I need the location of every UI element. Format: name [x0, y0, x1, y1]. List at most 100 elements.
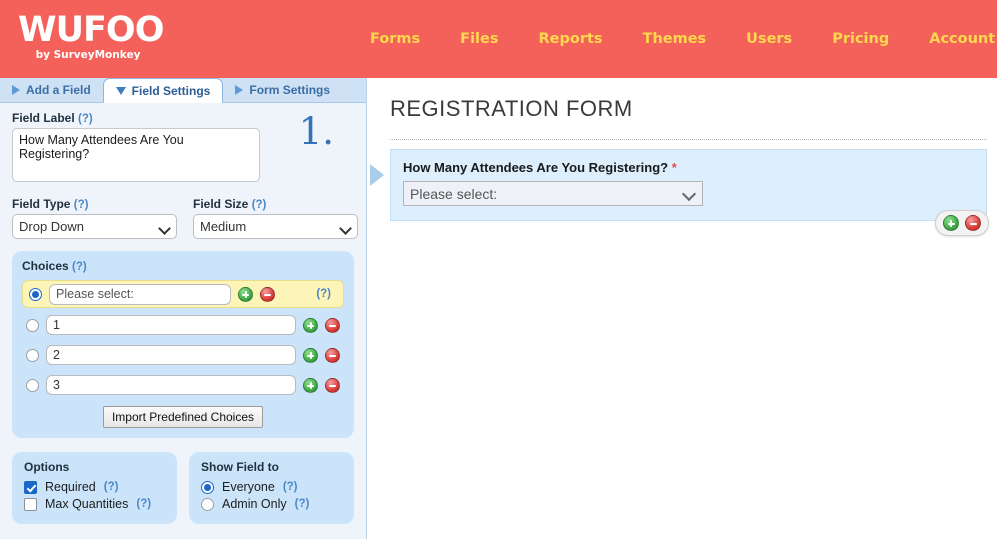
field-size-caption: Field Size (?) — [193, 197, 358, 211]
field-label-help-icon[interactable]: (?) — [78, 113, 93, 125]
nav-item-users[interactable]: Users — [726, 25, 812, 53]
panel-tabbar: Add a Field Field Settings Form Settings — [0, 78, 366, 103]
main-navigation: Forms Files Reports Themes Users Pricing… — [350, 0, 997, 78]
show-field-admin-only[interactable]: Admin Only (?) — [201, 497, 342, 511]
choice-row — [22, 342, 344, 368]
nav-item-pricing[interactable]: Pricing — [812, 25, 909, 53]
admin-only-help-icon[interactable]: (?) — [295, 498, 310, 510]
minus-circle-icon[interactable] — [965, 215, 981, 231]
plus-circle-icon[interactable] — [303, 347, 318, 363]
title-divider — [390, 139, 987, 140]
plus-circle-icon[interactable] — [303, 317, 318, 333]
import-predefined-choices-button[interactable]: Import Predefined Choices — [102, 406, 264, 428]
minus-circle-icon[interactable] — [325, 377, 340, 393]
max-quantities-label: Max Quantities — [45, 497, 129, 511]
nav-label-reports: Reports — [538, 31, 603, 47]
required-checkbox[interactable] — [24, 480, 37, 494]
triangle-right-icon — [12, 84, 20, 95]
option-required[interactable]: Required (?) — [24, 480, 165, 494]
admin-only-radio[interactable] — [201, 497, 214, 511]
wufoo-logo[interactable]: WUFOO by SurveyMonkey — [18, 10, 164, 68]
max-quantities-checkbox[interactable] — [24, 497, 37, 511]
triangle-right-icon — [235, 84, 244, 95]
form-preview-panel: REGISTRATION FORM How Many Attendees Are… — [368, 78, 997, 539]
field-type-group: Field Type (?) Drop Down — [12, 197, 177, 239]
app-header: WUFOO by SurveyMonkey Forms Files Report… — [0, 0, 997, 78]
preview-attendees-select[interactable]: Please select: — [403, 181, 703, 206]
show-field-everyone[interactable]: Everyone (?) — [201, 480, 342, 494]
field-settings-form: Field Label (?) 1. Field Type (?) Drop D… — [0, 103, 366, 524]
nav-item-account[interactable]: Account — [909, 25, 997, 53]
option-max-quantities[interactable]: Max Quantities (?) — [24, 497, 165, 511]
preview-field-wrap: How Many Attendees Are You Registering? … — [370, 149, 989, 236]
admin-only-label: Admin Only — [222, 497, 287, 511]
nav-item-themes[interactable]: Themes — [623, 25, 727, 53]
plus-circle-icon[interactable] — [303, 377, 318, 393]
triangle-down-icon — [115, 86, 126, 95]
page-title: REGISTRATION FORM — [390, 96, 633, 121]
type-size-row: Field Type (?) Drop Down Field Size (?) — [12, 197, 358, 239]
field-label-input[interactable] — [12, 128, 260, 182]
plus-circle-icon[interactable] — [943, 215, 959, 231]
nav-item-forms[interactable]: Forms — [350, 25, 440, 53]
choice-default-radio-1[interactable] — [26, 318, 39, 332]
nav-label-files: Files — [460, 31, 499, 47]
nav-item-reports[interactable]: Reports — [518, 25, 622, 53]
field-type-select[interactable]: Drop Down — [12, 214, 177, 239]
field-type-text: Field Type — [12, 197, 71, 211]
choice-row-help-icon[interactable]: (?) — [316, 288, 337, 300]
everyone-radio[interactable] — [201, 480, 214, 494]
tab-add-a-field[interactable]: Add a Field — [0, 78, 103, 102]
choices-panel: Choices (?) (?) — [12, 251, 354, 438]
minus-circle-icon[interactable] — [325, 317, 340, 333]
options-title: Options — [24, 460, 70, 474]
choice-input-2[interactable] — [46, 345, 296, 365]
bottom-option-panels: Options Required (?) Max Quantities (?) … — [12, 452, 354, 524]
field-size-group: Field Size (?) Medium — [193, 197, 358, 239]
nav-item-files[interactable]: Files — [440, 25, 518, 53]
field-number: 1. — [298, 110, 334, 153]
choice-default-radio-0[interactable] — [29, 287, 42, 301]
plus-circle-icon[interactable] — [238, 286, 253, 302]
field-size-text: Field Size — [193, 197, 249, 211]
choice-row — [22, 372, 344, 398]
choice-default-radio-3[interactable] — [26, 378, 39, 392]
field-size-select[interactable]: Medium — [193, 214, 358, 239]
field-type-caption: Field Type (?) — [12, 197, 177, 211]
selected-field-pointer-icon — [370, 164, 384, 186]
field-size-select-wrap: Medium — [193, 214, 358, 239]
minus-circle-icon[interactable] — [325, 347, 340, 363]
choice-default-radio-2[interactable] — [26, 348, 39, 362]
show-field-to-panel: Show Field to Everyone (?) Admin Only (?… — [189, 452, 354, 524]
field-size-help-icon[interactable]: (?) — [252, 199, 267, 211]
logo-wordmark: WUFOO — [18, 10, 164, 50]
minus-circle-icon[interactable] — [260, 286, 275, 302]
choice-input-0[interactable] — [49, 283, 231, 305]
tab-label-field-settings: Field Settings — [131, 83, 211, 98]
options-panel: Options Required (?) Max Quantities (?) — [12, 452, 177, 524]
preview-question-text: How Many Attendees Are You Registering? — [403, 160, 669, 175]
tab-form-settings[interactable]: Form Settings — [223, 78, 342, 102]
nav-label-pricing: Pricing — [832, 31, 890, 47]
required-asterisk: * — [671, 160, 677, 175]
choice-input-1[interactable] — [46, 315, 296, 335]
choices-help-icon[interactable]: (?) — [72, 261, 87, 273]
logo-subtitle: by SurveyMonkey — [35, 49, 141, 61]
preview-field-block[interactable]: How Many Attendees Are You Registering? … — [390, 149, 989, 236]
field-actions-pill — [935, 210, 989, 236]
tab-label-form-settings: Form Settings — [249, 82, 331, 97]
nav-label-account: Account — [929, 31, 996, 47]
everyone-help-icon[interactable]: (?) — [283, 481, 298, 493]
preview-select-wrap: Please select: — [403, 181, 703, 206]
field-type-select-wrap: Drop Down — [12, 214, 177, 239]
field-type-help-icon[interactable]: (?) — [74, 199, 89, 211]
choices-caption: Choices (?) — [22, 259, 344, 273]
field-settings-panel: Add a Field Field Settings Form Settings… — [0, 78, 367, 539]
max-quantities-help-icon[interactable]: (?) — [136, 498, 151, 510]
tab-field-settings[interactable]: Field Settings — [102, 78, 224, 103]
required-help-icon[interactable]: (?) — [104, 481, 119, 493]
show-field-to-title: Show Field to — [201, 460, 279, 474]
import-choices-wrap: Import Predefined Choices — [22, 406, 344, 428]
choice-input-3[interactable] — [46, 375, 296, 395]
required-label: Required — [45, 480, 96, 494]
